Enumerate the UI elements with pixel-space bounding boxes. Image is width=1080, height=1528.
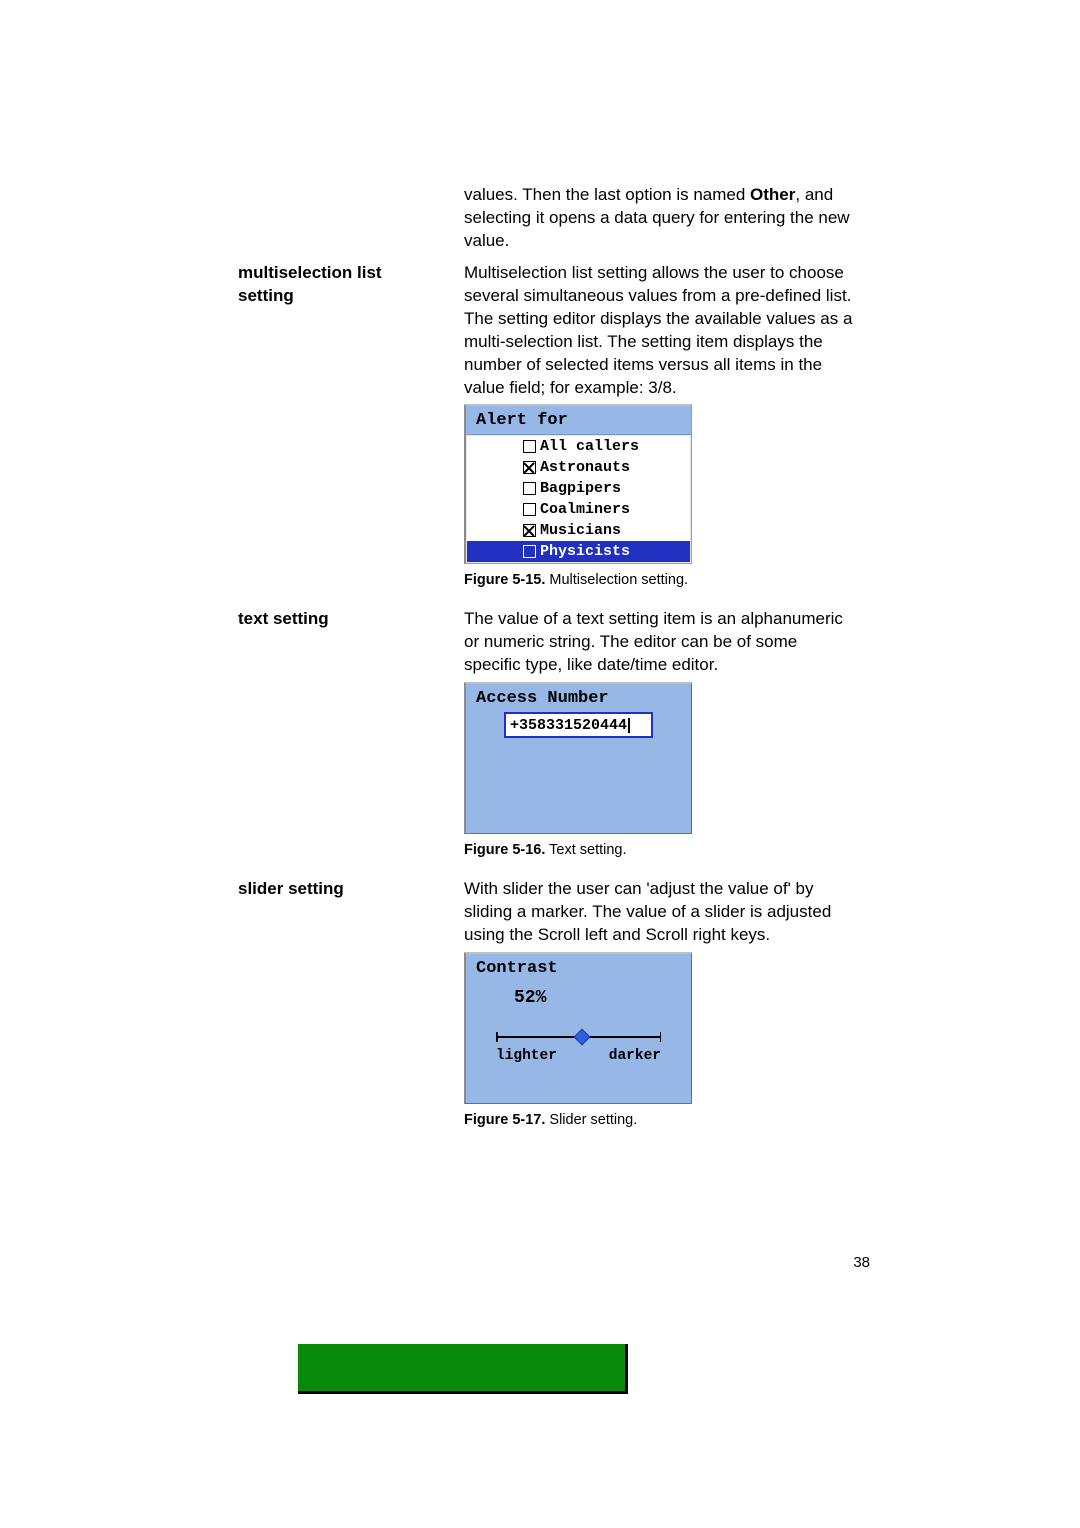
multiselection-item[interactable]: Musicians xyxy=(467,520,690,541)
slider-end-right xyxy=(660,1032,662,1042)
slider-left-label: lighter xyxy=(496,1048,557,1064)
slider-header: Contrast xyxy=(466,954,691,982)
text-setting-header: Access Number xyxy=(466,684,691,712)
figure-text-setting: Access Number +358331520444 xyxy=(464,682,692,834)
text-setting-input[interactable]: +358331520444 xyxy=(504,712,653,738)
slider-right-label: darker xyxy=(609,1048,661,1064)
slider-value: 52% xyxy=(466,988,691,1008)
figure-slider-setting: Contrast 52% lighter darker xyxy=(464,952,692,1104)
multiselection-item-selected[interactable]: Physicists xyxy=(467,541,690,562)
multiselection-label: multiselection list setting xyxy=(238,262,438,308)
text-setting-label: text setting xyxy=(238,608,438,631)
multiselection-desc: Multiselection list setting allows the u… xyxy=(464,262,854,400)
page-number: 38 xyxy=(853,1254,870,1271)
slider-marker-icon[interactable] xyxy=(573,1029,590,1046)
text-setting-value: +358331520444 xyxy=(510,717,627,734)
multiselection-item[interactable]: Bagpipers xyxy=(467,478,690,499)
checkbox-icon xyxy=(523,545,536,558)
intro-pre: values. Then the last option is named xyxy=(464,185,750,204)
multiselection-header: Alert for xyxy=(466,406,691,435)
figure-5-16-caption: Figure 5-16. Text setting. xyxy=(464,840,854,860)
slider-setting-label: slider setting xyxy=(238,878,438,901)
text-setting-desc: The value of a text setting item is an a… xyxy=(464,608,854,677)
multiselection-item[interactable]: Astronauts xyxy=(467,457,690,478)
slider-setting-desc: With slider the user can 'adjust the val… xyxy=(464,878,854,947)
intro-bold: Other xyxy=(750,185,795,204)
slider-track[interactable] xyxy=(496,1030,661,1044)
checkbox-icon xyxy=(523,440,536,453)
checkbox-checked-icon xyxy=(523,461,536,474)
intro-paragraph: values. Then the last option is named Ot… xyxy=(464,184,854,253)
checkbox-icon xyxy=(523,482,536,495)
multiselection-items: All callers Astronauts Bagpipers Coalmin… xyxy=(467,436,690,562)
figure-multiselection: Alert for All callers Astronauts Bagpipe… xyxy=(464,404,692,564)
checkbox-checked-icon xyxy=(523,524,536,537)
footer-green-bar xyxy=(298,1344,628,1394)
multiselection-item[interactable]: Coalminers xyxy=(467,499,690,520)
text-cursor-icon xyxy=(628,718,630,733)
figure-5-17-caption: Figure 5-17. Slider setting. xyxy=(464,1110,854,1130)
multiselection-item[interactable]: All callers xyxy=(467,436,690,457)
figure-5-15-caption: Figure 5-15. Multiselection setting. xyxy=(464,570,854,590)
checkbox-icon xyxy=(523,503,536,516)
slider-end-left xyxy=(496,1032,498,1042)
